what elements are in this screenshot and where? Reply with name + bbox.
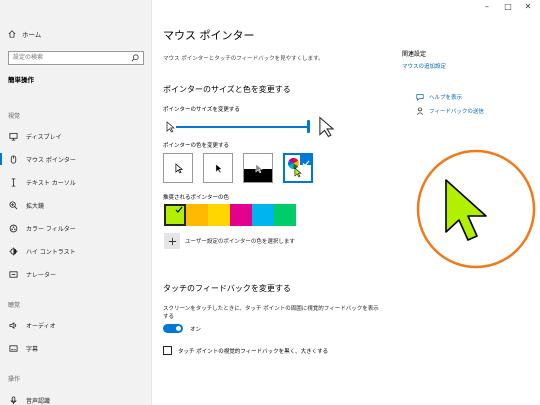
sidebar-item-label: マウス ポインター bbox=[26, 156, 76, 164]
help-icon bbox=[416, 94, 424, 101]
sidebar-item-label: ナレーター bbox=[26, 271, 57, 279]
pointer-color-white-option[interactable] bbox=[163, 153, 193, 183]
help-link[interactable]: ヘルプを表示 bbox=[429, 93, 462, 101]
sidebar-item-label: 字幕 bbox=[26, 345, 39, 353]
selected-check-icon bbox=[300, 155, 311, 167]
sidebar-item-audio[interactable]: オーディオ bbox=[0, 315, 151, 335]
sidebar-item-display[interactable]: ディスプレイ bbox=[0, 126, 151, 146]
small-pointer-icon bbox=[166, 121, 175, 133]
mouse-pointer-icon bbox=[10, 154, 16, 164]
home-icon bbox=[8, 30, 16, 38]
related-settings-title: 関連設定 bbox=[402, 51, 427, 58]
sidebar-item-color-filter[interactable]: カラー フィルター bbox=[0, 218, 151, 238]
sidebar: ホーム 設定の検索 簡単操作 視覚 ディスプレイ マウス ポインター テキスト … bbox=[0, 0, 152, 405]
sidebar-item-label: 拡大鏡 bbox=[26, 202, 45, 210]
custom-color-label[interactable]: ユーザー設定のポインターの色を選択します bbox=[185, 237, 295, 245]
page-title: マウス ポインター bbox=[163, 29, 255, 42]
darker-feedback-checkbox[interactable] bbox=[163, 346, 172, 355]
swatch-yellow[interactable] bbox=[208, 204, 230, 226]
sidebar-item-mouse-pointer[interactable]: マウス ポインター bbox=[0, 149, 151, 169]
sidebar-item-label: ハイ コントラスト bbox=[26, 248, 76, 256]
narrator-icon bbox=[8, 270, 18, 278]
plus-icon bbox=[168, 237, 176, 245]
pointer-color-black-option[interactable] bbox=[203, 153, 233, 183]
feedback-link[interactable]: フィードバックの送信 bbox=[429, 107, 484, 115]
captions-icon bbox=[8, 344, 18, 352]
feedback-icon bbox=[416, 107, 424, 115]
custom-color-button[interactable] bbox=[164, 233, 180, 249]
text-cursor-icon bbox=[11, 177, 15, 187]
sidebar-item-narrator[interactable]: ナレーター bbox=[0, 264, 151, 284]
category-title: 簡単操作 bbox=[8, 76, 34, 84]
sidebar-item-label: カラー フィルター bbox=[26, 225, 76, 233]
pointer-color-custom-option[interactable] bbox=[283, 153, 313, 183]
size-label: ポインターのサイズを変更する bbox=[163, 107, 240, 113]
speech-icon bbox=[9, 395, 17, 404]
swatch-orange[interactable] bbox=[186, 204, 208, 226]
sidebar-item-speech[interactable]: 音声認識 bbox=[0, 390, 151, 405]
suggested-colors-label: 推奨されるポインターの色 bbox=[163, 195, 230, 201]
color-filter-icon bbox=[9, 224, 17, 232]
page-description: マウス ポインターとタッチのフィードバックを見やすくします。 bbox=[163, 56, 324, 62]
touch-description: スクリーンをタッチしたときに、タッチ ポイントの周囲に視覚的フィードバックを表示… bbox=[163, 306, 379, 320]
touch-feedback-toggle[interactable] bbox=[163, 324, 183, 333]
home-label: ホーム bbox=[22, 31, 42, 39]
black-pointer-icon bbox=[215, 163, 223, 174]
size-color-heading: ポインターのサイズと色を変更する bbox=[163, 85, 291, 94]
audio-icon bbox=[8, 321, 16, 329]
swatch-cyan[interactable] bbox=[252, 204, 274, 226]
group-label-vision: 視覚 bbox=[8, 113, 21, 120]
display-icon bbox=[8, 132, 18, 141]
search-icon bbox=[131, 54, 139, 62]
pointer-highlight-overlay bbox=[416, 149, 536, 269]
search-input[interactable]: 設定の検索 bbox=[8, 51, 144, 65]
swatch-magenta[interactable] bbox=[230, 204, 252, 226]
highlight-ring bbox=[416, 149, 536, 269]
inverted-pointer-icon bbox=[255, 163, 263, 174]
swatch-check-icon bbox=[175, 206, 183, 213]
swatch-green[interactable] bbox=[274, 204, 296, 226]
sidebar-item-label: 音声認識 bbox=[26, 397, 51, 405]
sidebar-item-magnifier[interactable]: 拡大鏡 bbox=[0, 195, 151, 215]
sidebar-item-captions[interactable]: 字幕 bbox=[0, 338, 151, 358]
swatch-lime[interactable] bbox=[164, 204, 186, 226]
home-link[interactable]: ホーム bbox=[8, 28, 41, 40]
help-link-row[interactable]: ヘルプを表示 bbox=[416, 93, 462, 101]
group-label-interaction: 操作 bbox=[8, 376, 21, 383]
sidebar-item-label: ディスプレイ bbox=[26, 133, 62, 141]
toggle-state-label: オン bbox=[190, 327, 202, 333]
color-label: ポインターの色を変更する bbox=[163, 143, 230, 149]
large-pointer-icon bbox=[319, 116, 335, 138]
size-slider-track[interactable] bbox=[176, 126, 310, 128]
white-pointer-icon bbox=[175, 163, 183, 174]
search-placeholder: 設定の検索 bbox=[13, 54, 44, 61]
size-slider-thumb[interactable] bbox=[307, 120, 310, 133]
pointer-color-inverted-option[interactable] bbox=[243, 153, 273, 183]
group-label-hearing: 聴覚 bbox=[8, 302, 21, 309]
magnifier-icon bbox=[8, 200, 17, 209]
main-content: マウス ポインター マウス ポインターとタッチのフィードバックを見やすくします。… bbox=[152, 0, 540, 405]
sidebar-item-label: オーディオ bbox=[26, 322, 56, 330]
sidebar-item-label: テキスト カーソル bbox=[26, 179, 76, 187]
feedback-link-row[interactable]: フィードバックの送信 bbox=[416, 107, 484, 115]
darker-feedback-label[interactable]: タッチ ポイントの視覚的フィードバックを黒く、大きくする bbox=[178, 347, 328, 355]
mouse-settings-link[interactable]: マウスの追加設定 bbox=[402, 62, 446, 70]
sidebar-item-high-contrast[interactable]: ハイ コントラスト bbox=[0, 241, 151, 261]
touch-heading: タッチのフィードバックを変更する bbox=[163, 284, 291, 293]
sidebar-item-text-cursor[interactable]: テキスト カーソル bbox=[0, 172, 151, 192]
high-contrast-icon bbox=[8, 246, 18, 256]
large-green-pointer-icon bbox=[445, 179, 487, 241]
